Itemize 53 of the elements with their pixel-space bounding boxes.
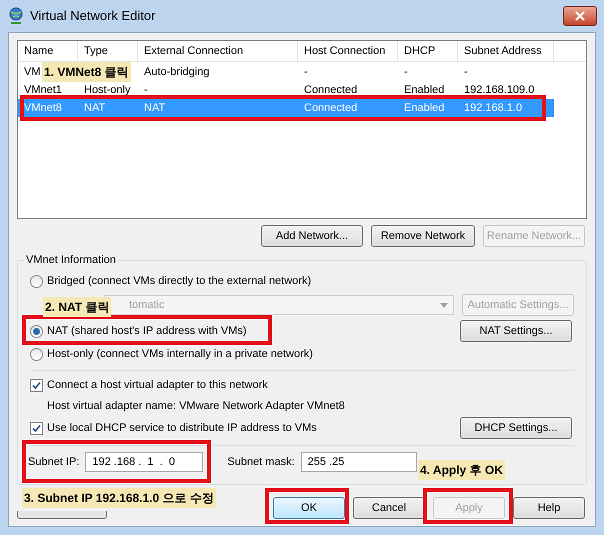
list-cell: NAT: [144, 102, 166, 114]
checkbox-label: Use local DHCP service to distribute IP address to VMs: [47, 420, 317, 436]
dhcp-settings-button[interactable]: DHCP Settings...: [460, 417, 572, 439]
help-button[interactable]: Help: [513, 497, 585, 519]
list-cell: Connected: [304, 84, 358, 96]
radio-label: Bridged (connect VMs directly to the external network): [47, 274, 312, 289]
column-header[interactable]: Name: [18, 41, 78, 61]
radio-button[interactable]: [30, 274, 43, 288]
list-cell: NAT: [84, 102, 106, 114]
checkbox-label: Connect a host virtual adapter to this network: [47, 378, 268, 393]
list-cell: Connected: [304, 102, 358, 114]
radio-button[interactable]: [30, 348, 43, 360]
nat-settings-button[interactable]: NAT Settings...: [460, 320, 572, 342]
list-cell: 192.168.109.0: [464, 84, 534, 96]
ok-button[interactable]: OK: [273, 497, 345, 519]
annotation-label: 1. VMNet8 클릭: [42, 62, 131, 82]
column-header[interactable]: DHCP: [398, 41, 458, 61]
column-header[interactable]: Host Connection: [298, 41, 398, 61]
dropdown-caret-icon: [440, 302, 448, 308]
cancel-button[interactable]: Cancel: [353, 497, 425, 519]
radio-label: Host-only (connect VMs internally in a private network): [47, 346, 313, 362]
list-cell: -: [404, 66, 408, 78]
column-header[interactable]: Subnet Address: [458, 41, 554, 61]
annotation-label: 2. NAT 클릭: [43, 297, 112, 317]
list-cell: Auto-bridging: [144, 66, 210, 78]
radio-label: NAT (shared host's IP address with VMs): [47, 324, 247, 339]
list-cell: Enabled: [404, 102, 444, 114]
list-cell[interactable]: VM: [24, 66, 40, 78]
close-icon: [575, 11, 585, 21]
subnet-ip-field[interactable]: 192 .168 . 1 . 0: [85, 452, 204, 472]
annotation-label: 3. Subnet IP 192.168.1.0 으로 수정: [22, 488, 216, 508]
list-cell: 192.168.1.0: [464, 102, 522, 114]
subnet-mask-field[interactable]: 255 .25: [300, 452, 417, 472]
checkbox[interactable]: [30, 378, 43, 392]
column-header[interactable]: External Connection: [138, 41, 298, 61]
globe-icon: [8, 7, 24, 25]
subnet-mask-label: Subnet mask:: [227, 454, 295, 470]
add-network-button[interactable]: Add Network...: [261, 225, 363, 247]
annotation-label: 4. Apply 후 OK: [418, 460, 505, 480]
radio-button[interactable]: [30, 324, 43, 338]
column-header[interactable]: Type: [78, 41, 138, 61]
list-cell: Enabled: [404, 84, 444, 96]
close-button[interactable]: [563, 6, 597, 26]
list-cell: -: [464, 66, 468, 78]
list-cell: -: [144, 84, 148, 96]
adapter-name-text: Host virtual adapter name: VMware Network Adapter VMnet8: [47, 399, 346, 414]
checkbox[interactable]: [30, 422, 43, 434]
window-title: Virtual Network Editor: [30, 7, 156, 26]
list-cell[interactable]: VMnet1: [24, 84, 62, 96]
list-cell: Host-only: [84, 84, 130, 96]
list-cell: -: [304, 66, 308, 78]
remove-network-button[interactable]: Remove Network: [371, 225, 475, 247]
subnet-ip-label: Subnet IP:: [28, 454, 80, 470]
